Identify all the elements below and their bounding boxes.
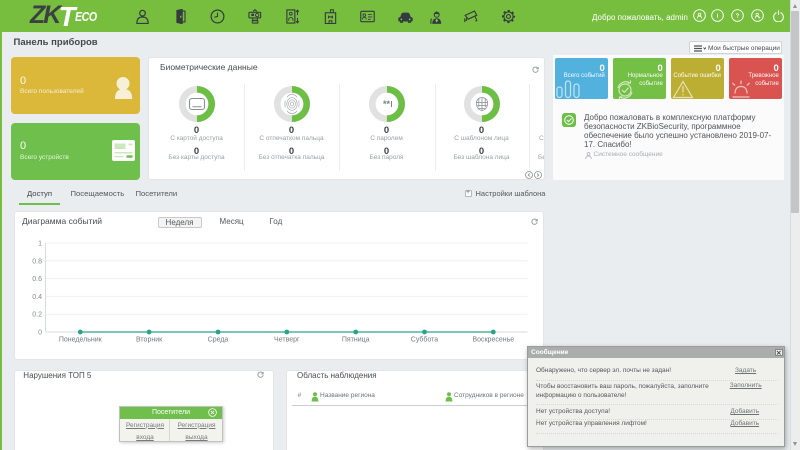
- svg-text:0.4: 0.4: [32, 294, 42, 301]
- svg-text:Пятница: Пятница: [341, 337, 369, 344]
- svg-text:Понедельник: Понедельник: [58, 337, 102, 344]
- svg-text:**: **: [382, 99, 390, 109]
- svg-text:Четверг: Четверг: [274, 337, 300, 344]
- svg-text:Среда: Среда: [207, 337, 228, 344]
- svg-text:0.2: 0.2: [32, 312, 42, 319]
- svg-text:Вторник: Вторник: [135, 337, 162, 344]
- svg-text:0.8: 0.8: [32, 258, 42, 265]
- svg-text:1: 1: [38, 241, 42, 248]
- svg-text:0.6: 0.6: [32, 276, 42, 283]
- svg-text:Воскресенье: Воскресенье: [472, 337, 514, 344]
- svg-text:Суббота: Суббота: [410, 336, 438, 344]
- svg-text:0: 0: [38, 330, 42, 337]
